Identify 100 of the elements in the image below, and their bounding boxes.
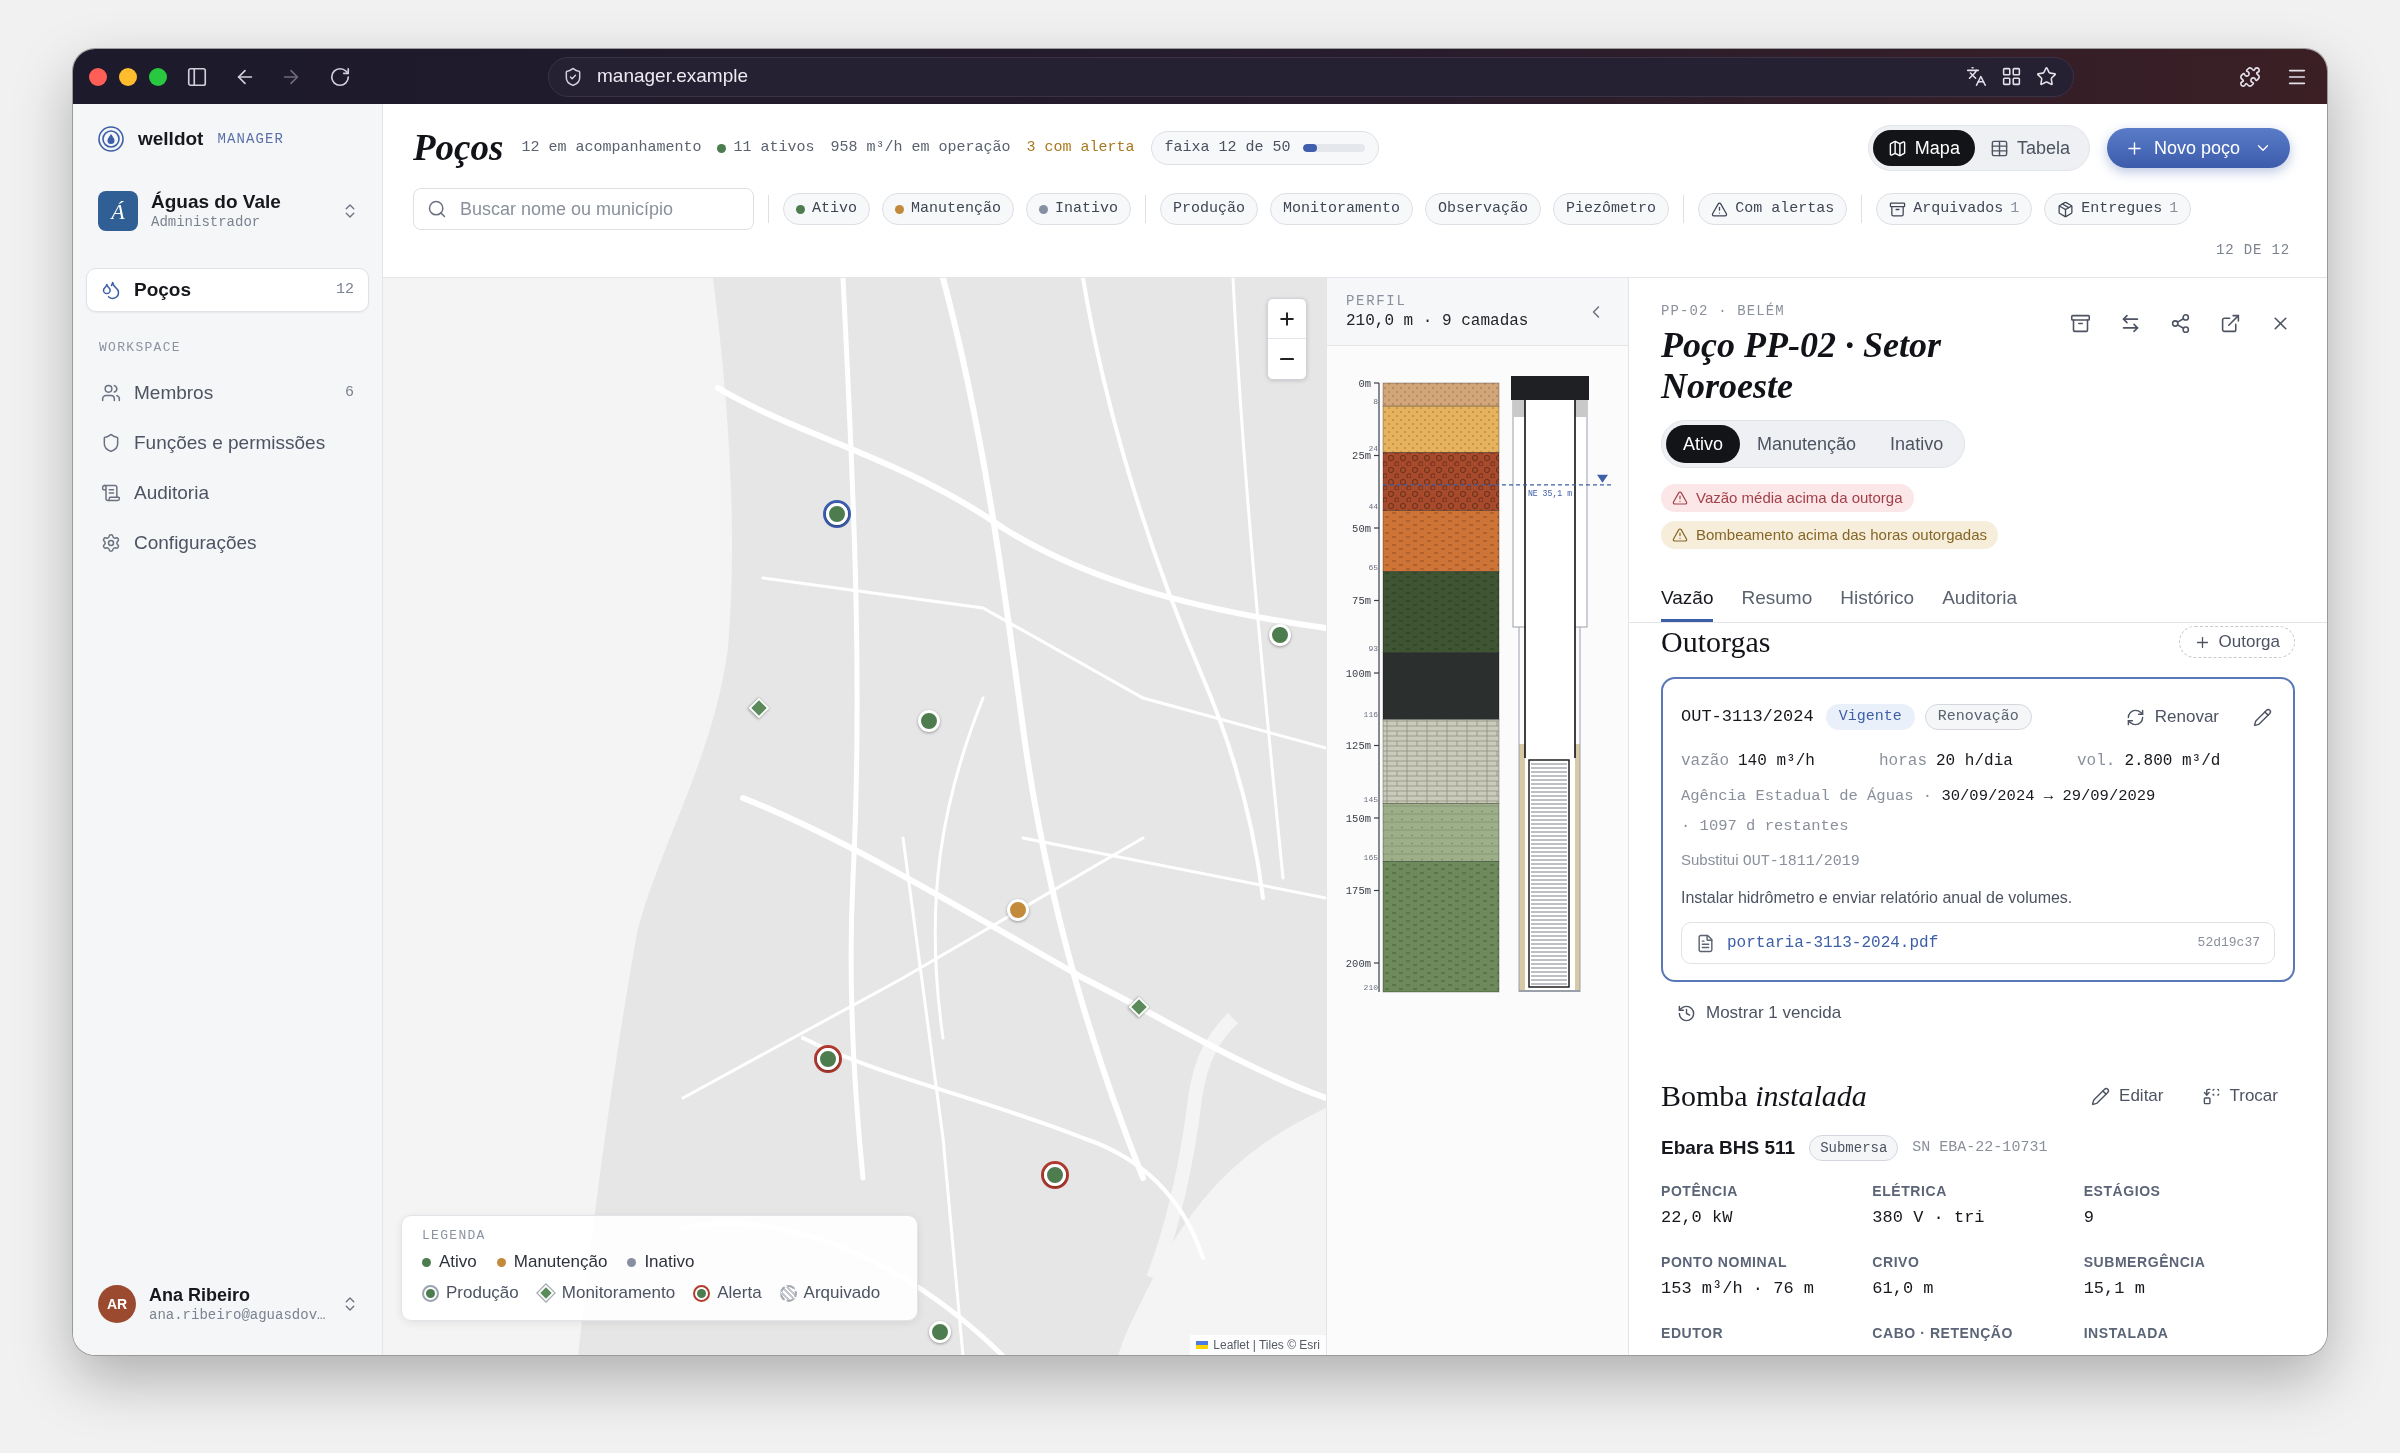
- circle-marker-icon[interactable]: [814, 1045, 842, 1073]
- stat-text: 958 m³/h em operação: [830, 137, 1011, 158]
- depth-tick-label: 175m: [1345, 885, 1371, 897]
- external-link-icon: [2219, 312, 2241, 334]
- archive-icon: [2069, 312, 2091, 334]
- file-hash: 52d19c37: [2197, 934, 2260, 953]
- detail-tab[interactable]: Auditoria: [1942, 582, 2018, 622]
- depth-tick-label: 50m: [1352, 522, 1371, 535]
- view-tab[interactable]: Tabela: [1974, 130, 2085, 166]
- filter-chip[interactable]: Observação: [1425, 193, 1542, 225]
- file-link[interactable]: portaria-3113-2024.pdf: [1727, 931, 1939, 955]
- organization-switcher[interactable]: Á Águas do Vale Administrador: [98, 191, 359, 231]
- grant-note: Instalar hidrômetro e enviar relatório anual de volumes.: [1681, 888, 2074, 908]
- organization-name: Águas do Vale: [151, 191, 281, 213]
- validity-period: 30/09/2024 → 29/09/2029: [1941, 787, 2156, 805]
- window-minimize-button[interactable]: [119, 67, 137, 86]
- edit-button[interactable]: Editar: [2091, 1083, 2164, 1109]
- puzzle-icon[interactable]: [2239, 65, 2261, 88]
- show-expired-button[interactable]: Mostrar 1 vencida: [1677, 1001, 1842, 1025]
- history-icon: [1677, 1003, 1696, 1023]
- warning-icon: [1672, 490, 1688, 506]
- agency-name: Agência Estadual de Águas ·: [1681, 787, 1933, 805]
- status-tab[interactable]: Ativo: [1666, 425, 1741, 463]
- star-icon[interactable]: [2036, 66, 2057, 87]
- spec-label: ELÉTRICA: [1872, 1182, 1948, 1200]
- view-tab[interactable]: Mapa: [1872, 130, 1975, 166]
- sidebar-item[interactable]: Auditoria: [86, 471, 369, 515]
- new-well-button[interactable]: Novo poço: [2106, 128, 2290, 168]
- detail-tab[interactable]: Resumo: [1741, 582, 1813, 622]
- item-count: 6: [345, 382, 354, 403]
- grid-icon[interactable]: [2001, 66, 2022, 87]
- replace-icon: [2201, 1086, 2221, 1106]
- spec-label: ESTÁGIOS: [2083, 1182, 2162, 1200]
- url-text: manager.example: [597, 64, 749, 89]
- pump-model: Ebara BHS 511: [1661, 1135, 1796, 1160]
- filter-chip[interactable]: Ativo: [783, 193, 870, 225]
- spec-label: INSTALADA: [2083, 1324, 2170, 1342]
- filter-chip[interactable]: Produção: [1160, 193, 1259, 225]
- filter-chip[interactable]: Arquivados 1: [1876, 193, 2033, 225]
- spec-label: CRIVO: [1872, 1253, 1921, 1271]
- status-tab[interactable]: Manutenção: [1740, 425, 1874, 463]
- filter-chip[interactable]: Com alertas: [1698, 193, 1848, 225]
- organization-avatar: Á: [98, 191, 138, 231]
- renew-button[interactable]: Renovar: [2125, 704, 2219, 730]
- sidebar-item[interactable]: Membros 6: [86, 371, 369, 415]
- sidebar-item[interactable]: Configurações: [86, 521, 369, 565]
- stat-text: 12 em acompanhamento: [521, 137, 702, 158]
- user-switcher[interactable]: AR Ana Ribeiro ana.ribeiro@aguasdov…: [98, 1284, 359, 1324]
- user-email: ana.ribeiro@aguasdov…: [149, 1305, 326, 1324]
- sidebar-item-label: Auditoria: [134, 480, 209, 505]
- depth-tick-label: 150m: [1345, 812, 1371, 825]
- translate-icon[interactable]: [1966, 66, 1987, 87]
- refresh-icon: [2125, 707, 2145, 727]
- legend-label: Alerta: [717, 1282, 762, 1305]
- share-icon: [2169, 312, 2191, 334]
- metric-label: horas: [1879, 751, 1927, 772]
- pencil-icon: [2091, 1086, 2111, 1106]
- status-tab[interactable]: Inativo: [1873, 425, 1961, 463]
- sidebar-item[interactable]: Funções e permissões: [86, 421, 369, 465]
- search-field[interactable]: Buscar nome ou município: [413, 188, 754, 230]
- window-zoom-button[interactable]: [149, 67, 167, 86]
- page-title: Poços: [413, 126, 504, 170]
- spec-value: 15,1 m: [2083, 1278, 2146, 1300]
- users-icon: [101, 383, 121, 403]
- filter-chip[interactable]: Monitoramento: [1270, 193, 1414, 225]
- filter-chip[interactable]: Inativo: [1026, 193, 1132, 225]
- layer-depth-label: 44: [1368, 501, 1378, 511]
- legend-label: Manutenção: [513, 1251, 608, 1274]
- window-close-button[interactable]: [89, 67, 107, 86]
- profile-summary: 210,0 m · 9 camadas: [1346, 310, 1529, 332]
- archive-icon: [1889, 200, 1907, 218]
- replaced-grant-id: OUT-1811/2019: [1742, 853, 1860, 870]
- metric-value: 2.800 m³/d: [2124, 751, 2221, 772]
- filter-chip[interactable]: Manutenção: [882, 193, 1015, 225]
- result-count: 12 DE 12: [2216, 240, 2290, 260]
- layer-depth-label: 93: [1368, 643, 1378, 653]
- address-bar[interactable]: manager.example: [548, 56, 2074, 97]
- circle-marker-icon[interactable]: [823, 500, 851, 528]
- detail-tab[interactable]: Histórico: [1840, 582, 1915, 622]
- welldot-logo-icon: [98, 126, 124, 152]
- document-icon: [1696, 933, 1715, 953]
- detail-tab[interactable]: Vazão: [1661, 582, 1714, 622]
- user-name: Ana Ribeiro: [149, 1284, 251, 1306]
- section-label: WORKSPACE: [99, 340, 182, 356]
- swap-button[interactable]: Trocar: [2201, 1083, 2278, 1109]
- layer-depth-label: 8: [1373, 397, 1378, 407]
- layer-depth-label: 165: [1363, 852, 1378, 862]
- reload-icon[interactable]: [329, 65, 351, 88]
- profile-label: PERFIL: [1346, 291, 1408, 310]
- package-icon: [2057, 200, 2075, 218]
- ring-marker-icon: [693, 1284, 711, 1302]
- range-label: faixa 12 de 50: [1164, 137, 1291, 158]
- sidebar-item[interactable]: Poços 12: [86, 268, 369, 312]
- diamond-marker-icon: [537, 1284, 555, 1302]
- sidebar-item-label: Configurações: [134, 530, 257, 555]
- shield-check-icon: [563, 66, 583, 87]
- filter-chip[interactable]: Piezômetro: [1553, 193, 1670, 225]
- sidebar-toggle-icon[interactable]: [186, 65, 208, 88]
- filter-chip[interactable]: Entregues 1: [2044, 193, 2192, 225]
- circle-marker-icon[interactable]: [1041, 1161, 1069, 1189]
